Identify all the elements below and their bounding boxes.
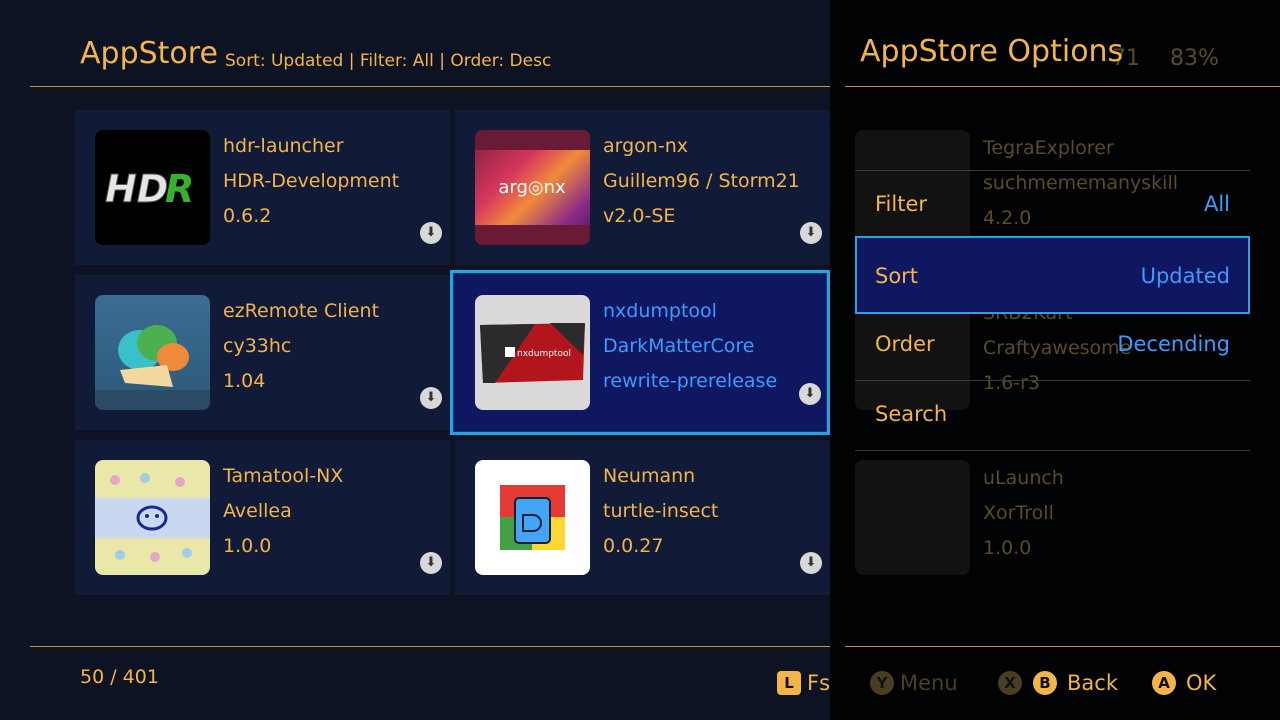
menu-label: Menu: [900, 671, 958, 695]
app-version: v2.0-SE: [603, 205, 676, 227]
app-tile-hdr-launcher[interactable]: HD R hdr-launcher HDR-Development 0.6.2 …: [75, 110, 450, 265]
app-tile-neumann[interactable]: Neumann turtle-insect 0.0.27 ⬇: [455, 440, 830, 595]
option-value: Updated: [1140, 264, 1230, 288]
download-icon: ⬇: [420, 552, 442, 574]
ghost-app-name: uLaunch: [983, 467, 1064, 489]
footer-divider: [30, 646, 830, 647]
svg-text:nxdumptool: nxdumptool: [517, 349, 571, 359]
download-icon: ⬇: [420, 222, 442, 244]
ghost-app-version: 1.0.0: [983, 537, 1032, 559]
svg-text:HD: HD: [105, 167, 168, 211]
app-name: ezRemote Client: [223, 300, 380, 322]
options-panel: 71 83% TegraExplorer suchmememanyskill 4…: [830, 0, 1280, 720]
app-name: Tamatool-NX: [223, 465, 344, 487]
options-panel-title: AppStore Options: [860, 34, 1124, 69]
app-name: Neumann: [603, 465, 696, 487]
ezremote-client-icon: [95, 295, 210, 410]
header-divider: [30, 86, 830, 87]
app-author: HDR-Development: [223, 170, 400, 192]
argon-nx-icon: arg◎nx: [475, 130, 590, 245]
sort-filter-summary: Sort: Updated | Filter: All | Order: Des…: [225, 51, 552, 71]
ok-button[interactable]: A OK: [1152, 668, 1216, 698]
option-value: All: [1203, 192, 1230, 216]
x-button-ghost: X: [998, 668, 1022, 698]
option-search[interactable]: Search: [855, 380, 1250, 450]
ok-label: OK: [1186, 671, 1217, 695]
download-icon: ⬇: [420, 387, 442, 409]
app-author: DarkMatterCore: [603, 335, 755, 357]
option-filter[interactable]: Filter All: [855, 170, 1250, 240]
app-version: 1.0.0: [223, 535, 272, 557]
l-button-icon: L: [777, 671, 801, 695]
neumann-icon: [475, 460, 590, 575]
download-icon: ⬇: [800, 222, 822, 244]
fs-button[interactable]: L Fs: [777, 668, 830, 698]
app-author: Avellea: [223, 500, 292, 522]
download-icon: ⬇: [799, 383, 821, 405]
option-label: Filter: [875, 192, 928, 216]
a-button-icon: A: [1152, 671, 1176, 695]
hdr-launcher-icon: HD R: [95, 130, 210, 245]
ghost-thumb: [855, 460, 970, 575]
app-name: hdr-launcher: [223, 135, 344, 157]
tamatool-nx-icon: [95, 460, 210, 575]
app-tile-argon-nx[interactable]: arg◎nx argon-nx Guillem96 / Storm21 v2.0…: [455, 110, 830, 265]
app-tile-tamatool-nx[interactable]: Tamatool-NX Avellea 1.0.0 ⬇: [75, 440, 450, 595]
download-icon: ⬇: [800, 552, 822, 574]
app-version: 0.0.27: [603, 535, 664, 557]
app-author: cy33hc: [223, 335, 292, 357]
option-label: Search: [875, 402, 948, 426]
item-counter: 50 / 401: [80, 666, 159, 688]
fs-label: Fs: [807, 671, 831, 695]
app-name: argon-nx: [603, 135, 688, 157]
option-order[interactable]: Order Decending: [855, 310, 1250, 380]
ghost-status-b: 83%: [1170, 46, 1219, 71]
y-button-icon: Y: [870, 671, 894, 695]
app-name: nxdumptool: [603, 300, 717, 322]
app-version: 1.04: [223, 370, 266, 392]
menu-button: Y Menu: [870, 668, 958, 698]
option-label: Sort: [875, 264, 919, 288]
app-author: Guillem96 / Storm21: [603, 170, 800, 192]
option-value: Decending: [1117, 332, 1230, 356]
app-tile-ezremote-client[interactable]: ezRemote Client cy33hc 1.04 ⬇: [75, 275, 450, 430]
app-tile-nxdumptool[interactable]: nxdumptool nxdumptool DarkMatterCore rew…: [450, 270, 830, 435]
option-label: Order: [875, 332, 935, 356]
svg-text:arg◎nx: arg◎nx: [498, 177, 566, 198]
app-version: rewrite-prerelease: [603, 370, 778, 392]
app-author: turtle-insect: [603, 500, 719, 522]
option-sort[interactable]: Sort Updated: [855, 236, 1250, 314]
app-version: 0.6.2: [223, 205, 272, 227]
ghost-app-author: XorTroll: [983, 502, 1054, 524]
option-divider: [855, 450, 1250, 451]
x-button-icon: X: [998, 671, 1022, 695]
back-label: Back: [1067, 671, 1118, 695]
panel-header-divider: [845, 86, 1280, 87]
svg-text:R: R: [165, 167, 194, 211]
ghost-app-name: TegraExplorer: [983, 137, 1114, 159]
page-title: AppStore: [80, 36, 218, 71]
nxdumptool-icon: nxdumptool: [475, 295, 590, 410]
back-button[interactable]: B Back: [1033, 668, 1118, 698]
b-button-icon: B: [1033, 671, 1057, 695]
panel-footer-divider: [845, 646, 1280, 647]
